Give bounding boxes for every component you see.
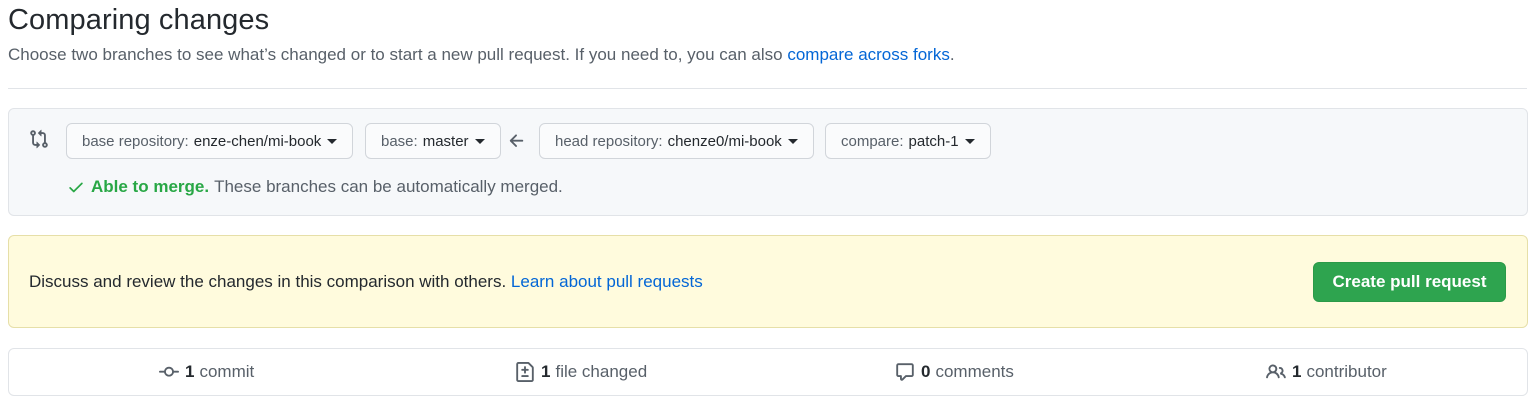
compare-branch-label: compare: bbox=[841, 132, 904, 150]
contributors-summary[interactable]: 1 contributor bbox=[1266, 362, 1387, 382]
comments-label: comments bbox=[935, 362, 1014, 381]
compare-branch-value: patch-1 bbox=[908, 132, 959, 150]
arrow-left-icon bbox=[509, 134, 524, 147]
merge-ok-label: Able to merge. bbox=[91, 177, 210, 196]
caret-down-icon bbox=[327, 138, 338, 144]
base-repository-value: enze-chen/mi-book bbox=[193, 132, 322, 150]
comments-summary[interactable]: 0 comments bbox=[895, 362, 1014, 382]
people-icon bbox=[1266, 364, 1286, 379]
files-count: 1 bbox=[541, 362, 551, 381]
git-commit-icon bbox=[159, 366, 179, 377]
commits-count: 1 bbox=[185, 362, 195, 381]
head-repository-label: head repository: bbox=[555, 132, 663, 150]
page-title: Comparing changes bbox=[8, 4, 270, 36]
subtitle-end: . bbox=[949, 45, 955, 64]
base-branch-label: base: bbox=[381, 132, 418, 150]
base-repository-select[interactable]: base repository: enze-chen/mi-book bbox=[66, 123, 354, 159]
learn-about-pull-requests-link[interactable]: Learn about pull requests bbox=[511, 272, 703, 291]
merge-message: These branches can be automatically merg… bbox=[214, 177, 563, 196]
git-compare-icon bbox=[30, 129, 48, 149]
head-repository-value: chenze0/mi-book bbox=[667, 132, 782, 150]
flash-text: Discuss and review the changes in this c… bbox=[29, 272, 511, 291]
compare-branch-select[interactable]: compare: patch-1 bbox=[825, 123, 991, 159]
flash-message: Discuss and review the changes in this c… bbox=[29, 272, 703, 292]
contributors-label: contributor bbox=[1306, 362, 1387, 381]
file-diff-icon bbox=[516, 362, 534, 382]
subtitle-text: Choose two branches to see what’s change… bbox=[8, 45, 788, 64]
page-subtitle: Choose two branches to see what’s change… bbox=[8, 45, 955, 65]
compare-summary: 1 commit 1 file changed 0 comments 1 con… bbox=[8, 348, 1528, 396]
caret-down-icon bbox=[474, 138, 485, 144]
check-icon bbox=[69, 182, 83, 193]
comments-count: 0 bbox=[921, 362, 931, 381]
caret-down-icon bbox=[964, 138, 975, 144]
base-repository-label: base repository: bbox=[82, 132, 189, 150]
files-summary[interactable]: 1 file changed bbox=[515, 362, 647, 382]
contributors-count: 1 bbox=[1292, 362, 1302, 381]
base-branch-value: master bbox=[422, 132, 469, 150]
commits-summary[interactable]: 1 commit bbox=[159, 362, 254, 382]
caret-down-icon bbox=[787, 138, 798, 144]
compare-across-forks-link[interactable]: compare across forks bbox=[787, 45, 950, 64]
comment-icon bbox=[896, 363, 914, 381]
base-branch-select[interactable]: base: master bbox=[365, 123, 501, 159]
head-repository-select[interactable]: head repository: chenze0/mi-book bbox=[539, 123, 814, 159]
compare-page: Comparing changes Choose two branches to… bbox=[0, 0, 1537, 402]
commits-label: commit bbox=[199, 362, 255, 381]
merge-status: Able to merge. These branches can be aut… bbox=[67, 177, 563, 197]
range-editor: base repository: enze-chen/mi-book base:… bbox=[8, 108, 1528, 216]
create-pull-request-button[interactable]: Create pull request bbox=[1313, 262, 1506, 302]
files-label: file changed bbox=[555, 362, 648, 381]
pull-request-flash: Discuss and review the changes in this c… bbox=[8, 235, 1528, 328]
divider bbox=[8, 88, 1527, 89]
